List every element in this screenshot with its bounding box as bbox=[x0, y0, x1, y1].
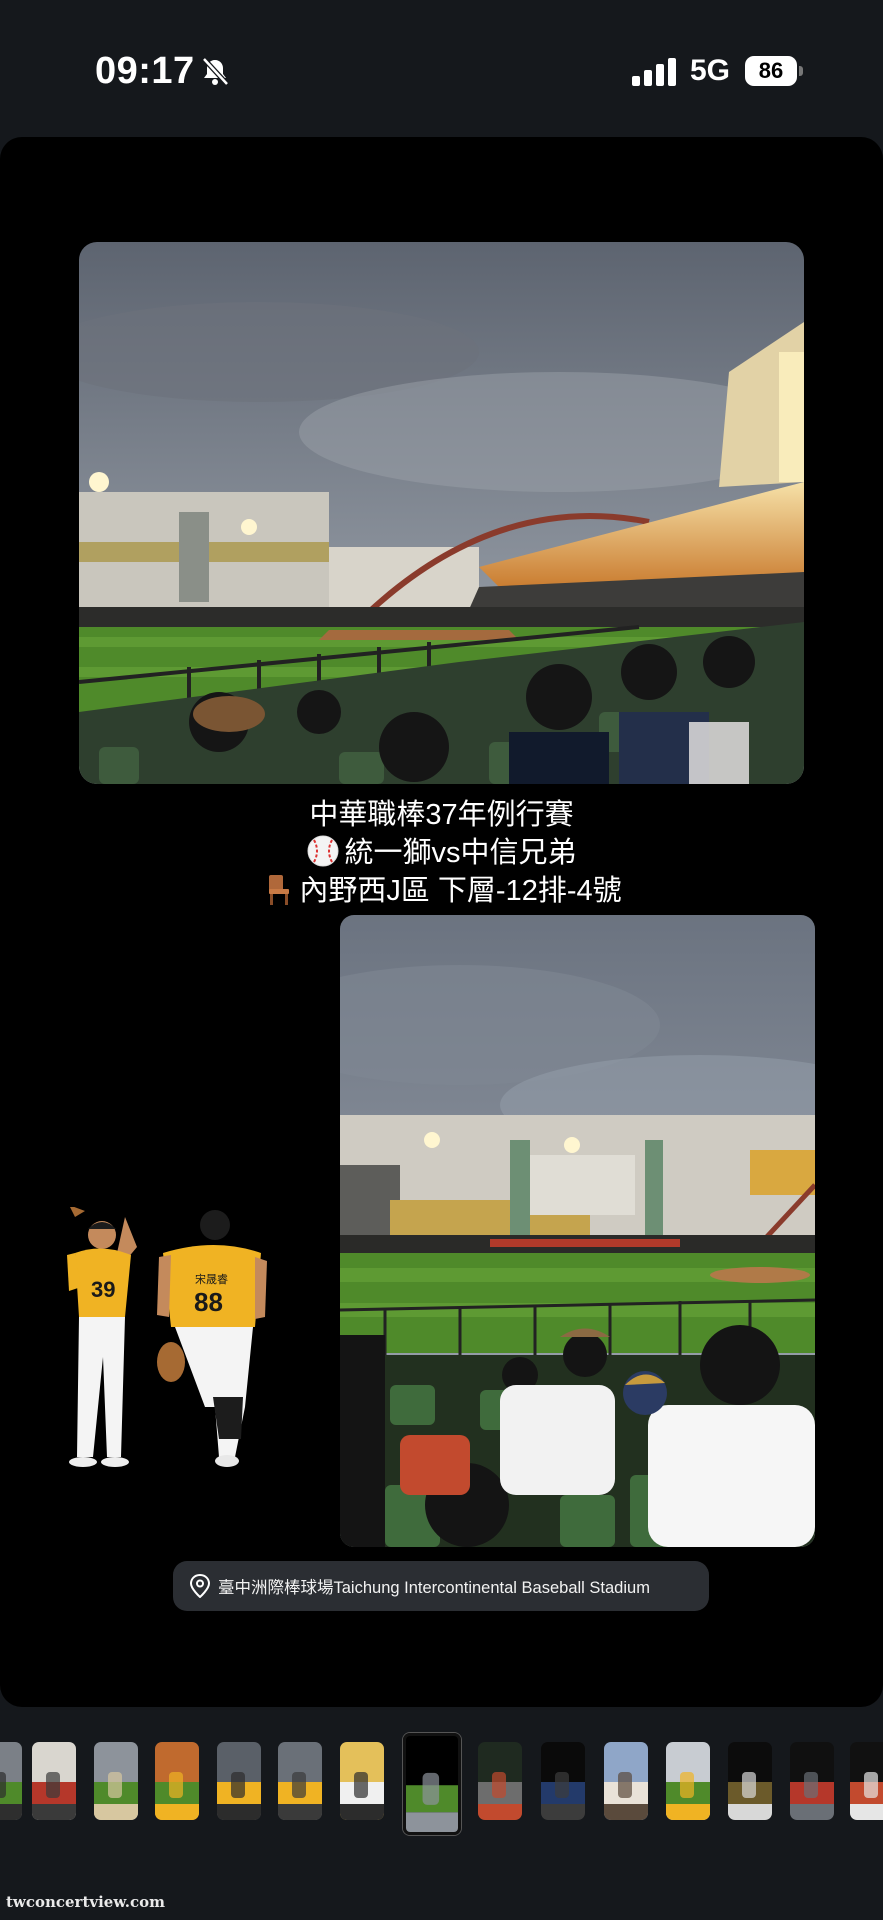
battery-level: 86 bbox=[745, 56, 797, 86]
caption-line-matchup: 統一獅vs中信兄弟 bbox=[0, 834, 883, 872]
jersey-number-88: 88 bbox=[194, 1287, 223, 1317]
location-pin-icon bbox=[189, 1574, 211, 1598]
location-tag[interactable]: 臺中洲際棒球場Taichung Intercontinental Basebal… bbox=[173, 1561, 709, 1611]
battery-icon: 86 bbox=[745, 56, 803, 86]
player-88: 宋晟睿 88 bbox=[157, 1210, 267, 1467]
stadium-photo-secondary bbox=[340, 915, 815, 1547]
story-thumbnail[interactable] bbox=[340, 1742, 384, 1820]
jersey-number-39: 39 bbox=[91, 1277, 115, 1302]
story-card[interactable]: 中華職棒37年例行賽 統一獅vs中信兄弟 內野西J區 下層-12排-4號 39 … bbox=[0, 137, 883, 1707]
story-thumbnail[interactable] bbox=[478, 1742, 522, 1820]
story-thumbnail[interactable] bbox=[850, 1742, 883, 1820]
story-thumbnail[interactable] bbox=[217, 1742, 261, 1820]
stadium-photo-main bbox=[79, 242, 804, 784]
jersey-name: 宋晟睿 bbox=[195, 1272, 228, 1286]
story-thumbnail[interactable] bbox=[32, 1742, 76, 1820]
story-caption: 中華職棒37年例行賽 統一獅vs中信兄弟 內野西J區 下層-12排-4號 bbox=[0, 797, 883, 910]
story-thumbnail[interactable] bbox=[278, 1742, 322, 1820]
signal-icon bbox=[632, 58, 676, 86]
story-thumbnail-active[interactable] bbox=[403, 1733, 461, 1835]
network-type: 5G bbox=[690, 54, 731, 87]
watermark: twconcertview.com bbox=[6, 1893, 165, 1911]
player-39: 39 bbox=[67, 1207, 137, 1467]
status-bar: 09:17 5G 86 bbox=[0, 0, 883, 135]
story-thumbnail[interactable] bbox=[0, 1742, 22, 1820]
story-thumbnail[interactable] bbox=[666, 1742, 710, 1820]
caption-line-season: 中華職棒37年例行賽 bbox=[309, 799, 574, 831]
story-thumbnail[interactable] bbox=[541, 1742, 585, 1820]
story-thumbnail-strip[interactable] bbox=[0, 1728, 883, 1838]
clock: 09:17 bbox=[95, 50, 195, 92]
story-thumbnail[interactable] bbox=[790, 1742, 834, 1820]
story-thumbnail[interactable] bbox=[155, 1742, 199, 1820]
matchup-text: 統一獅vs中信兄弟 bbox=[344, 837, 577, 869]
players-sticker: 39 宋晟睿 88 bbox=[67, 1207, 267, 1467]
seat-text: 內野西J區 下層-12排-4號 bbox=[299, 875, 622, 907]
location-label: 臺中洲際棒球場Taichung Intercontinental Basebal… bbox=[218, 1579, 650, 1597]
baseball-icon bbox=[307, 835, 339, 867]
caption-line-seat: 內野西J區 下層-12排-4號 bbox=[0, 872, 883, 910]
bell-slash-icon bbox=[202, 57, 229, 86]
chair-icon bbox=[269, 875, 290, 905]
story-thumbnail[interactable] bbox=[728, 1742, 772, 1820]
story-thumbnail[interactable] bbox=[94, 1742, 138, 1820]
story-thumbnail[interactable] bbox=[604, 1742, 648, 1820]
